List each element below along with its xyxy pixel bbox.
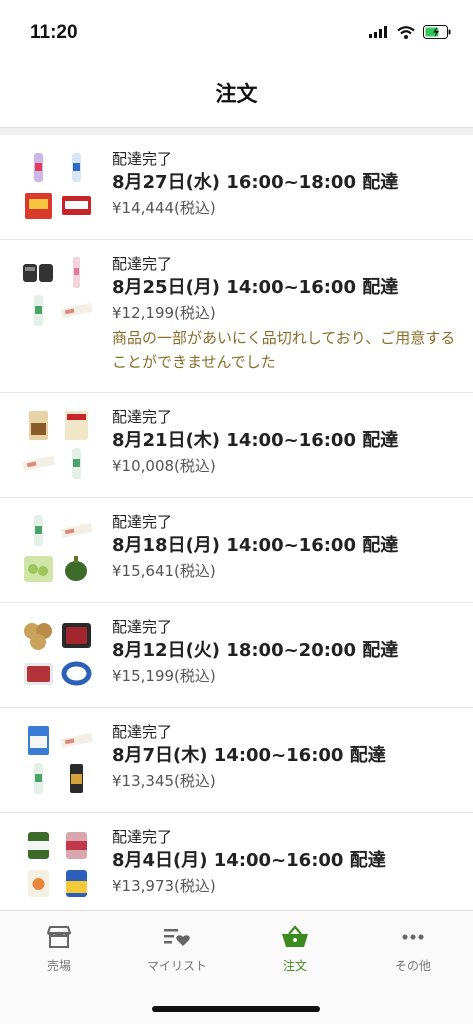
- tape-package-icon: [60, 302, 93, 319]
- tab-label: 売場: [46, 959, 71, 973]
- order-price: ¥15,199(税込): [112, 667, 216, 685]
- order-row[interactable]: 配達完了 8月18日(月) 14:00~16:00 配達 ¥15,641(税込): [0, 498, 473, 603]
- order-status: 配達完了: [112, 150, 173, 168]
- vegetable-bag-icon: [24, 556, 53, 582]
- list-heart-icon: [164, 929, 190, 946]
- order-row[interactable]: 配達完了 8月12日(火) 18:00~20:00 配達 ¥15,199(税込): [0, 603, 473, 708]
- order-status: 配達完了: [112, 618, 173, 636]
- canned-food-icon: [28, 870, 49, 897]
- delivery-time: 8月4日(月) 14:00~16:00 配達: [112, 850, 386, 871]
- tape-package-icon: [60, 732, 93, 749]
- order-status: 配達完了: [112, 828, 173, 846]
- product-thumbnails: [22, 829, 94, 901]
- order-list[interactable]: 配達完了 8月27日(水) 16:00~18:00 配達 ¥14,444(税込)…: [0, 135, 473, 910]
- order-row[interactable]: 配達完了 8月21日(木) 14:00~16:00 配達 ¥10,008(税込): [0, 393, 473, 498]
- page-title: 注文: [215, 82, 258, 106]
- canned-food-icon: [66, 832, 87, 859]
- signal-icon: [369, 26, 387, 38]
- tab-store[interactable]: 売場: [0, 923, 118, 974]
- tape-package-icon: [60, 522, 93, 539]
- order-price: ¥13,973(税込): [112, 877, 216, 895]
- basket-icon: [282, 925, 308, 947]
- drink-bottle-icon: [34, 515, 43, 546]
- canned-food-icon: [66, 870, 87, 897]
- order-row[interactable]: 配達完了 8月7日(木) 14:00~16:00 配達 ¥13,345(税込): [0, 708, 473, 813]
- status-time: 11:20: [30, 22, 78, 43]
- drink-bottle-icon: [72, 153, 81, 182]
- out-of-stock-notice: 商品の一部があいにく品切れしており、ご用意することができませんでした: [112, 329, 456, 371]
- order-status: 配達完了: [112, 723, 173, 741]
- food-package-icon: [65, 411, 88, 440]
- delivery-time: 8月12日(火) 18:00~20:00 配達: [112, 640, 399, 661]
- store-icon: [47, 926, 71, 948]
- order-price: ¥14,444(税込): [112, 199, 216, 217]
- snack-package-icon: [62, 196, 91, 215]
- food-package-icon: [29, 411, 48, 440]
- meat-tray-icon: [24, 663, 53, 685]
- delivery-time: 8月27日(水) 16:00~18:00 配達: [112, 172, 399, 193]
- drink-bottle-icon: [34, 153, 43, 182]
- tab-more[interactable]: その他: [354, 923, 472, 974]
- more-icon: [402, 934, 424, 940]
- product-thumbnails: [22, 724, 94, 796]
- order-row[interactable]: 配達完了 8月27日(水) 16:00~18:00 配達 ¥14,444(税込): [0, 135, 473, 240]
- order-status: 配達完了: [112, 408, 173, 426]
- drink-pack-icon: [28, 726, 49, 755]
- drink-bottle-icon: [72, 448, 81, 479]
- snack-package-icon: [25, 193, 52, 219]
- product-thumbnails: [22, 409, 94, 481]
- drink-bottle-icon: [34, 295, 43, 326]
- battery-icon: [423, 25, 451, 39]
- order-status: 配達完了: [112, 513, 173, 531]
- drink-bottle-icon: [73, 257, 80, 288]
- meat-tray-icon: [62, 623, 91, 648]
- tab-orders[interactable]: 注文: [236, 923, 354, 974]
- delivery-time: 8月18日(月) 14:00~16:00 配達: [112, 535, 399, 556]
- order-price: ¥15,641(税込): [112, 562, 216, 580]
- container-pack-icon: [23, 264, 53, 282]
- order-status: 配達完了: [112, 255, 173, 273]
- nav-header: 注文: [0, 62, 473, 126]
- dairy-tub-icon: [61, 661, 92, 686]
- status-icons: [369, 25, 451, 39]
- order-price: ¥10,008(税込): [112, 457, 216, 475]
- sauce-bottle-icon: [70, 764, 83, 793]
- tab-label: 注文: [282, 959, 307, 973]
- tab-label: マイリスト: [146, 959, 207, 973]
- order-price: ¥12,199(税込): [112, 304, 216, 322]
- order-row[interactable]: 配達完了 8月4日(月) 14:00~16:00 配達 ¥13,973(税込): [0, 813, 473, 910]
- product-thumbnails: [22, 619, 94, 691]
- tab-mylist[interactable]: マイリスト: [118, 923, 236, 974]
- order-row[interactable]: 配達完了 8月25日(月) 14:00~16:00 配達 ¥12,199(税込)…: [0, 240, 473, 393]
- delivery-time: 8月7日(木) 14:00~16:00 配達: [112, 745, 386, 766]
- delivery-time: 8月25日(月) 14:00~16:00 配達: [112, 277, 399, 298]
- status-bar: 11:20: [0, 0, 473, 62]
- order-price: ¥13,345(税込): [112, 772, 216, 790]
- drink-bottle-icon: [34, 763, 43, 794]
- product-thumbnails: [22, 514, 94, 586]
- divider: [0, 127, 473, 135]
- vegetable-icon: [65, 556, 87, 581]
- tab-label: その他: [394, 959, 431, 973]
- delivery-time: 8月21日(木) 14:00~16:00 配達: [112, 430, 399, 451]
- home-indicator[interactable]: [152, 1006, 320, 1012]
- product-thumbnails: [22, 256, 94, 328]
- potato-icon: [24, 623, 52, 650]
- canned-food-icon: [28, 832, 49, 859]
- tape-package-icon: [22, 455, 55, 472]
- product-thumbnails: [22, 151, 94, 223]
- wifi-icon: [397, 25, 415, 39]
